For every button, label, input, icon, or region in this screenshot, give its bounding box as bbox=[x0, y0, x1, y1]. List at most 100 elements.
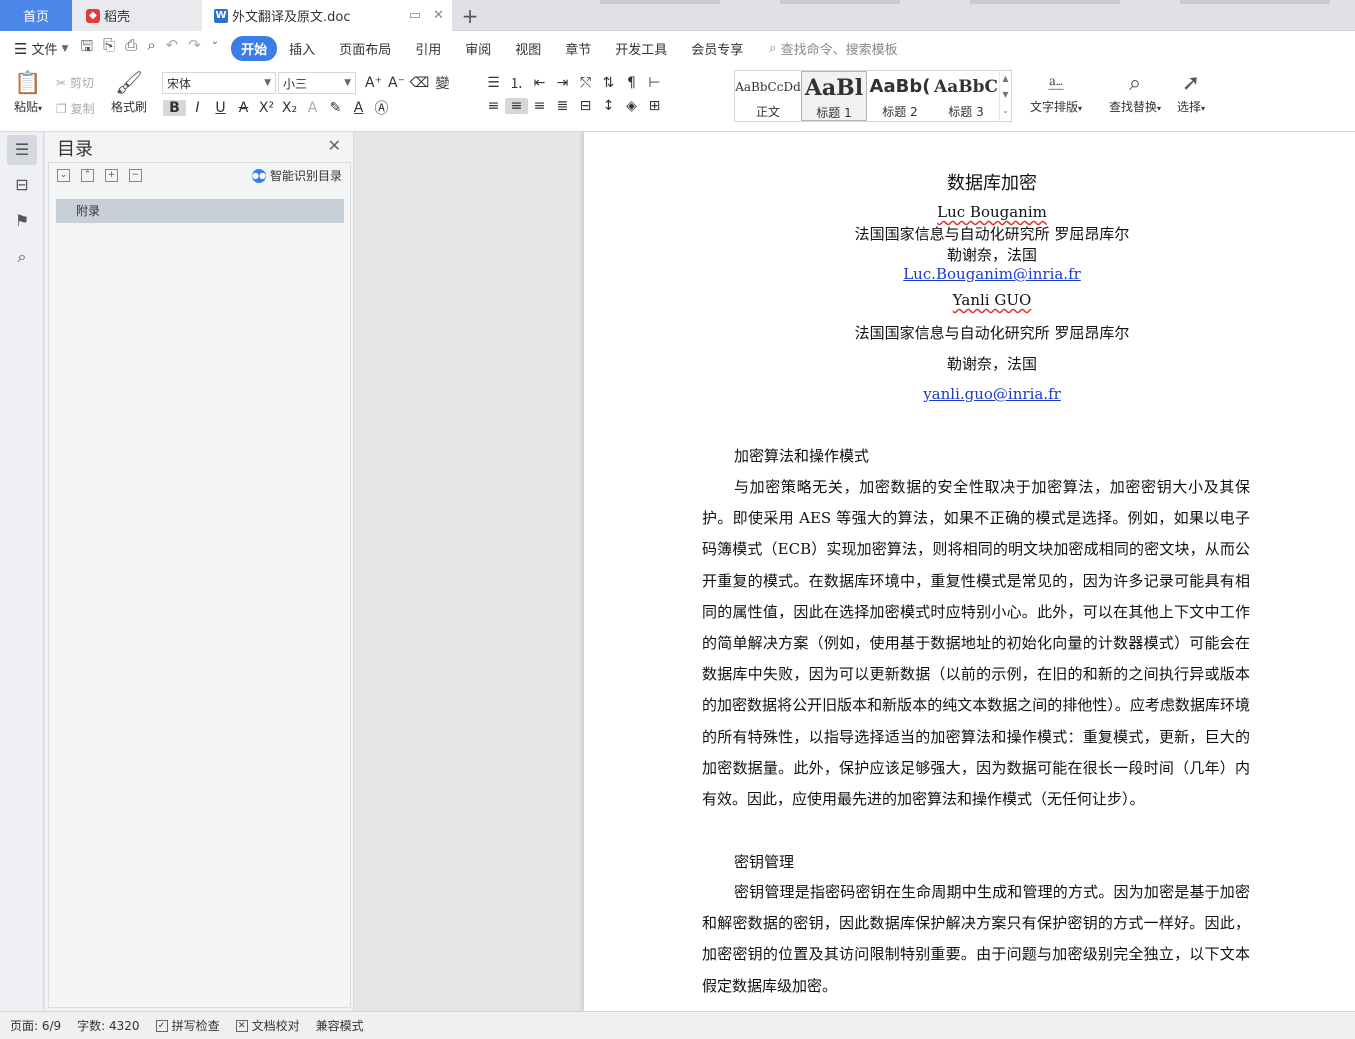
customize-chevron-icon[interactable]: ⌄ bbox=[211, 36, 219, 61]
page-count[interactable]: 页面: 6/9 bbox=[10, 1017, 61, 1034]
font-size-select[interactable]: 小三 ▼ bbox=[278, 72, 356, 94]
numbered-list-icon[interactable]: ⒈ bbox=[505, 73, 528, 93]
style-heading-2[interactable]: AaBb( 标题 2 bbox=[867, 71, 933, 121]
toc-entry[interactable]: 附录 bbox=[56, 199, 344, 223]
italic-icon[interactable]: I bbox=[186, 100, 209, 116]
justify-icon[interactable]: ≣ bbox=[551, 98, 574, 114]
menu-home[interactable]: 开始 bbox=[231, 36, 278, 61]
text-effect-icon[interactable]: A bbox=[301, 100, 324, 116]
text-layout-button[interactable]: ⎁ 文字排版▾ bbox=[1026, 70, 1086, 115]
chevron-down-icon: ▼ bbox=[264, 78, 271, 88]
menu-view[interactable]: 视图 bbox=[503, 39, 553, 58]
file-menu[interactable]: ☰ 文件 ▼ bbox=[14, 39, 68, 59]
chevron-down-icon: ▼ bbox=[344, 78, 351, 88]
author-1: Luc Bouganim bbox=[584, 203, 1355, 221]
print-icon[interactable]: ⎙ bbox=[125, 36, 137, 61]
smart-toc-button[interactable]: ●● 智能识别目录 bbox=[251, 167, 342, 184]
select-button[interactable]: ➚ 选择▾ bbox=[1172, 70, 1210, 115]
document-page[interactable]: 数据库加密 Luc Bouganim 法国国家信息与自动化研究所 罗屈昂库尔 勒… bbox=[584, 132, 1355, 1011]
show-marks-icon[interactable]: ¶ bbox=[620, 75, 643, 91]
spell-check-button[interactable]: ✓ 拼写检查 bbox=[155, 1017, 220, 1034]
email-1-link[interactable]: Luc.Bouganim@inria.fr bbox=[903, 265, 1081, 283]
copy-button[interactable]: ❐ 复制 bbox=[56, 100, 95, 117]
toc-pane-icon[interactable]: ☰ bbox=[7, 135, 37, 165]
font-color-icon[interactable]: A bbox=[347, 100, 370, 116]
expand-all-icon[interactable]: ⌄ bbox=[57, 169, 70, 182]
style-heading-3[interactable]: AaBbC 标题 3 bbox=[933, 71, 999, 121]
collapse-all-icon[interactable]: ⌃ bbox=[81, 169, 94, 182]
tab-document[interactable]: W 外文翻译及原文.doc ▭ ✕ bbox=[202, 0, 452, 31]
clear-format-icon[interactable]: ⌫ bbox=[408, 75, 431, 91]
style-preview: AaBbC bbox=[934, 77, 998, 97]
spell-check-label: 拼写检查 bbox=[171, 1019, 220, 1033]
align-center-icon[interactable]: ≡ bbox=[505, 98, 528, 114]
style-preview: AaBl bbox=[804, 75, 864, 101]
menu-developer[interactable]: 开发工具 bbox=[603, 39, 679, 58]
styles-scroll[interactable]: ▲ ▼ ⌄ bbox=[999, 71, 1011, 121]
undo-icon[interactable]: ↶ bbox=[166, 36, 179, 61]
sort-icon[interactable]: ⇅ bbox=[597, 75, 620, 91]
close-icon[interactable]: ✕ bbox=[328, 136, 341, 155]
highlight-icon[interactable]: ✎ bbox=[324, 100, 347, 116]
font-name-select[interactable]: 宋体 ▼ bbox=[162, 72, 276, 94]
cut-button[interactable]: ✂ 剪切 bbox=[56, 74, 94, 91]
menu-member[interactable]: 会员专享 bbox=[679, 39, 755, 58]
phonetic-guide-icon[interactable]: 變 bbox=[431, 73, 454, 93]
styles-gallery: AaBbCcDd 正文 AaBl 标题 1 AaBb( 标题 2 AaBbC 标… bbox=[734, 70, 1012, 122]
bookmark-icon[interactable]: ⚑ bbox=[7, 206, 37, 236]
copy-icon: ❐ bbox=[56, 102, 67, 116]
grow-font-icon[interactable]: A⁺ bbox=[362, 75, 385, 91]
strikethrough-icon[interactable]: A bbox=[232, 100, 255, 116]
char-border-icon[interactable]: Ⓐ bbox=[370, 98, 393, 118]
redo-icon[interactable]: ↷ bbox=[188, 36, 201, 61]
style-normal[interactable]: AaBbCcDd 正文 bbox=[735, 71, 801, 121]
compat-mode: 兼容模式 bbox=[315, 1019, 364, 1033]
doc-proof-button[interactable]: ✕ 文档校对 bbox=[235, 1017, 300, 1034]
remove-entry-icon[interactable]: − bbox=[129, 169, 142, 182]
align-right-icon[interactable]: ≡ bbox=[528, 98, 551, 114]
document-area: 数据库加密 Luc Bouganim 法国国家信息与自动化研究所 罗屈昂库尔 勒… bbox=[355, 132, 1355, 1011]
menu-review[interactable]: 审阅 bbox=[453, 39, 503, 58]
print-preview-icon[interactable]: ⌕ bbox=[147, 36, 155, 61]
add-entry-icon[interactable]: + bbox=[105, 169, 118, 182]
word-count[interactable]: 字数: 4320 bbox=[77, 1017, 139, 1034]
chinese-layout-icon[interactable]: ⤲ bbox=[574, 75, 597, 91]
close-tab-icon[interactable]: ✕ bbox=[433, 8, 444, 23]
smart-recognize-icon: ●● bbox=[251, 168, 266, 183]
quick-access-toolbar: 🖫 ⎘ ⎙ ⌕ ↶ ↷ ⌄ bbox=[80, 36, 219, 61]
tab-daoke[interactable]: ◆ 稻壳 bbox=[72, 0, 202, 31]
subscript-icon[interactable]: X₂ bbox=[278, 100, 301, 116]
align-left-icon[interactable]: ≡ bbox=[482, 98, 505, 114]
bullet-list-icon[interactable]: ☰ bbox=[482, 75, 505, 91]
bold-icon[interactable]: B bbox=[163, 100, 186, 116]
style-label: 正文 bbox=[755, 105, 780, 119]
superscript-icon[interactable]: X² bbox=[255, 100, 278, 116]
borders-icon[interactable]: ⊞ bbox=[643, 98, 666, 114]
export-pdf-icon[interactable]: ⎘ bbox=[103, 36, 115, 61]
tab-home[interactable]: 首页 bbox=[0, 0, 72, 31]
new-tab-button[interactable]: + bbox=[455, 0, 485, 31]
paste-button[interactable]: 📋 粘贴▾ bbox=[10, 70, 46, 115]
save-icon[interactable]: 🖫 bbox=[80, 36, 93, 61]
format-painter-button[interactable]: 🖌 格式刷 bbox=[108, 70, 150, 115]
shading-icon[interactable]: ◈ bbox=[620, 98, 643, 114]
search-icon[interactable]: ⌕ bbox=[7, 242, 37, 272]
distributed-icon[interactable]: ⊟ bbox=[574, 98, 597, 114]
find-replace-button[interactable]: ⌕ 查找替换▾ bbox=[1104, 70, 1166, 115]
decrease-indent-icon[interactable]: ⇤ bbox=[528, 75, 551, 91]
chapter-nav-icon[interactable]: ⊟ bbox=[7, 170, 37, 200]
menu-page-layout[interactable]: 页面布局 bbox=[327, 39, 403, 58]
shrink-font-icon[interactable]: A⁻ bbox=[385, 75, 408, 91]
window-restore-icon[interactable]: ▭ bbox=[409, 8, 421, 23]
style-heading-1[interactable]: AaBl 标题 1 bbox=[801, 71, 867, 121]
navigation-strip: ☰ ⊟ ⚑ ⌕ bbox=[0, 132, 44, 1011]
line-spacing-icon[interactable]: ↕ bbox=[597, 98, 620, 114]
menu-chapter[interactable]: 章节 bbox=[553, 39, 603, 58]
menu-insert[interactable]: 插入 bbox=[277, 39, 327, 58]
email-2-link[interactable]: yanli.guo@inria.fr bbox=[923, 385, 1061, 403]
command-search[interactable]: ⌕ 查找命令、搜索模板 bbox=[769, 39, 897, 58]
menu-references[interactable]: 引用 bbox=[403, 39, 453, 58]
underline-icon[interactable]: U bbox=[209, 100, 232, 116]
tab-stops-icon[interactable]: ⊢ bbox=[643, 75, 666, 91]
increase-indent-icon[interactable]: ⇥ bbox=[551, 75, 574, 91]
